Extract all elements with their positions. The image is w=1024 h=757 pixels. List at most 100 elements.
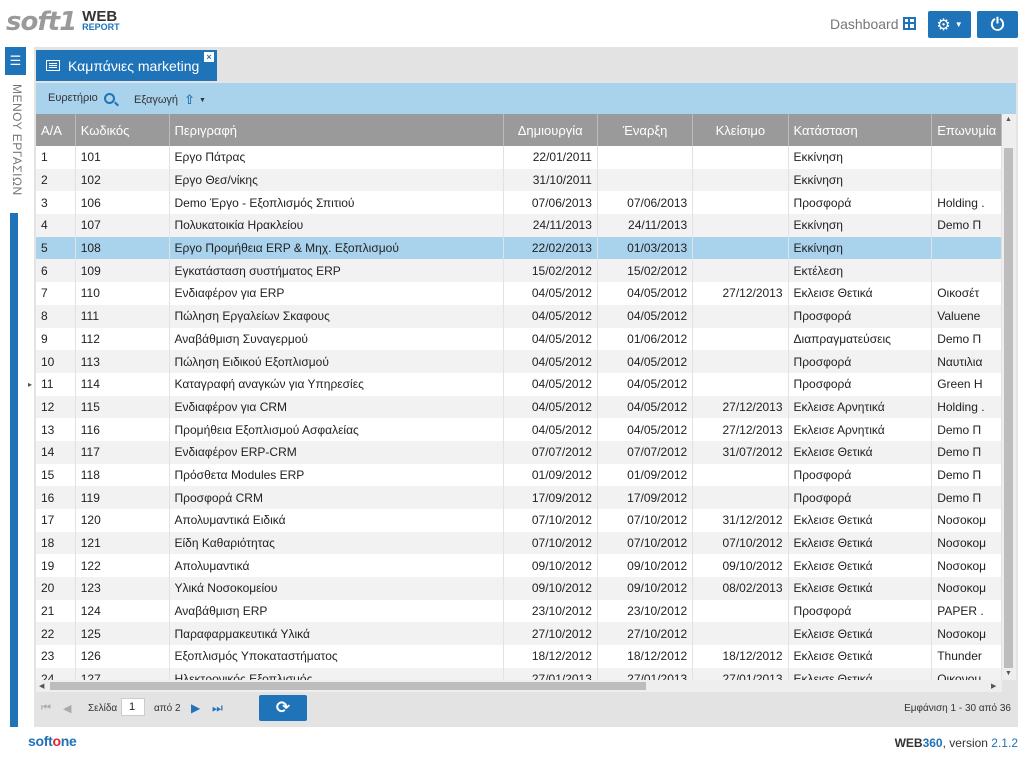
table-cell: 17 [36, 509, 76, 532]
power-icon: ⏻ [990, 14, 1005, 34]
table-cell: 6 [36, 259, 76, 283]
table-cell: Οικοσέτ [931, 282, 1002, 305]
table-cell: Demo Π [931, 463, 1002, 487]
product-web: WEB [894, 736, 923, 750]
next-page-icon[interactable]: ▶ [191, 701, 200, 715]
table-cell: 108 [75, 236, 170, 260]
tab-close-button[interactable]: × [204, 52, 214, 62]
column-header-close[interactable]: Κλείσιμο [692, 114, 789, 146]
scroll-down-icon[interactable]: ▼ [1005, 670, 1012, 677]
expand-arrow-icon[interactable]: ▸ [28, 380, 32, 389]
table-cell [931, 259, 1002, 283]
table-row[interactable]: 4 107 Πολυκατοικία Ηρακλείου 24/11/2013 24/1… [36, 214, 1002, 237]
export-button[interactable]: Εξαγωγή ⇧ ▼ [134, 92, 206, 108]
table-row[interactable]: 8 111 Πώληση Εργαλείων Σκαφους 04/05/2012 04… [36, 304, 1002, 328]
vertical-scrollbar[interactable]: ▲ ▼ [1002, 114, 1016, 680]
table-cell: 24 [36, 667, 76, 680]
table-row[interactable]: 24 127 Ηλεκτρονικός Εξοπλισμός 27/01/2013 27… [36, 667, 1002, 680]
refresh-button[interactable]: ⟳ [259, 695, 307, 721]
table-row[interactable]: 2 102 Εργο Θεσ/νίκης 31/10/2011 Εκκίνηση [36, 168, 1002, 192]
sidebar-menu-label[interactable]: ΜΕΝΟΥ ΕΡΓΑΣΙΩΝ [6, 84, 24, 204]
table-cell: 09/10/2012 [597, 554, 694, 578]
scroll-right-icon[interactable]: ▶ [991, 682, 996, 690]
table-cell: Εκλεισε Θετικά [788, 667, 933, 680]
search-button[interactable]: Ευρετήριο [48, 92, 115, 104]
column-header-aa[interactable]: Α/Α [36, 114, 76, 146]
table-cell: 27/01/2013 [692, 667, 789, 680]
settings-button[interactable]: ⚙ ▼ [928, 11, 971, 38]
last-page-icon[interactable]: ⏭ [212, 701, 223, 716]
table-cell: Demo Π [931, 327, 1002, 351]
table-cell: 27/01/2013 [597, 667, 694, 680]
table-cell: 04/05/2012 [503, 418, 598, 441]
table-cell: Πολυκατοικία Ηρακλείου [169, 214, 504, 237]
horizontal-scrollbar[interactable]: ◀ ▶ [36, 680, 1002, 692]
table-cell [692, 622, 789, 646]
scroll-up-icon[interactable]: ▲ [1005, 116, 1012, 123]
table-row[interactable]: 3 106 Demo Έργο - Εξοπλισμός Σπιτιού 07/06/… [36, 191, 1002, 215]
table-cell: 31/12/2012 [692, 509, 789, 532]
table-cell: Εκλεισε Θετικά [788, 622, 933, 646]
table-row[interactable]: 19 122 Απολυμαντικά 09/10/2012 09/10/2012 09/… [36, 554, 1002, 578]
table-cell: 11 [36, 372, 76, 396]
table-row[interactable]: 7 110 Ενδιαφέρον για ERP 04/05/2012 04/05/20… [36, 282, 1002, 305]
page-number-input[interactable]: 1 [121, 698, 145, 716]
scroll-left-icon[interactable]: ◀ [39, 682, 44, 690]
dashboard-link[interactable]: Dashboard [830, 16, 899, 32]
column-header-description[interactable]: Περιγραφή [169, 114, 504, 146]
table-cell: Νοσοκομ [931, 554, 1002, 578]
prev-page-icon[interactable]: ◀ [63, 702, 71, 715]
table-cell: 07/06/2013 [503, 191, 598, 215]
table-row[interactable]: 12 115 Ενδιαφέρον για CRM 04/05/2012 04/05/2… [36, 395, 1002, 419]
column-header-created[interactable]: Δημιουργία [503, 114, 598, 146]
logout-button[interactable]: ⏻ [977, 11, 1018, 38]
column-header-status[interactable]: Κατάσταση [788, 114, 933, 146]
table-cell: 112 [75, 327, 170, 351]
table-row[interactable]: 6 109 Εγκατάσταση συστήματος ERP 15/02/2012… [36, 259, 1002, 283]
table-cell: 106 [75, 191, 170, 215]
tab-marketing-campaigns[interactable]: Καμπάνιες marketing [36, 50, 217, 81]
column-header-code[interactable]: Κωδικός [75, 114, 170, 146]
table-cell: 04/05/2012 [597, 282, 694, 305]
chevron-down-icon: ▼ [198, 96, 206, 104]
table-row[interactable]: 1 101 Εργο Πάτρας 22/01/2011 Εκκίνηση [36, 146, 1002, 169]
sidebar-collapse-bar[interactable] [10, 213, 18, 727]
table-row[interactable]: 15 118 Πρόσθετα Modules ERP 01/09/2012 01/09… [36, 463, 1002, 487]
table-cell: Thunder [931, 645, 1002, 668]
table-row[interactable]: 22 125 Παραφαρμακευτικά Υλικά 27/10/2012 27/… [36, 622, 1002, 646]
table-cell: Εκκίνηση [788, 146, 933, 169]
table-cell: Προσφορά [788, 350, 933, 373]
table-row[interactable]: 17 120 Απολυμαντικά Ειδικά 07/10/2012 07/10/… [36, 509, 1002, 532]
dashboard-grid-icon[interactable] [903, 17, 916, 30]
table-cell: 18/12/2012 [503, 645, 598, 668]
table-row[interactable]: 11 114 Καταγραφή αναγκών για Υπηρεσίες 04/0… [36, 372, 1002, 396]
table-row[interactable]: 9 112 Αναβάθμιση Συναγερμού 04/05/2012 01/06… [36, 327, 1002, 351]
table-row[interactable]: 20 123 Υλικά Νοσοκομείου 09/10/2012 09/10/20… [36, 577, 1002, 600]
table-cell: Προμήθεια Εξοπλισμού Ασφαλείας [169, 418, 504, 441]
table-cell [931, 146, 1002, 169]
table-cell: 119 [75, 486, 170, 509]
scroll-thumb-horizontal[interactable] [50, 682, 646, 690]
records-info: Εμφάνιση 1 - 30 από 36 [904, 703, 1011, 714]
table-cell: 18 [36, 531, 76, 555]
column-header-start[interactable]: Έναρξη [597, 114, 694, 146]
table-cell: 9 [36, 327, 76, 351]
table-cell: Εγκατάσταση συστήματος ERP [169, 259, 504, 283]
column-header-company[interactable]: Επωνυμία [931, 114, 1002, 146]
table-row[interactable]: 14 117 Ενδιαφέρον ERP-CRM 07/07/2012 07/07/2… [36, 440, 1002, 464]
table-row[interactable]: 18 121 Είδη Καθαριότητας 07/10/2012 07/10/20… [36, 531, 1002, 555]
table-row[interactable]: 5 108 Εργο Προμήθεια ERP & Μηχ. Εξοπλισμού… [36, 236, 1002, 260]
menu-toggle-button[interactable]: ☰ [5, 47, 26, 75]
table-cell: 18/12/2012 [597, 645, 694, 668]
table-cell: 17/09/2012 [503, 486, 598, 509]
table-row[interactable]: 21 124 Αναβάθμιση ERP 23/10/2012 23/10/2012 Π… [36, 599, 1002, 623]
table-row[interactable]: 10 113 Πώληση Ειδικού Εξοπλισμού 04/05/2012… [36, 350, 1002, 373]
list-icon: ☰ [9, 53, 22, 68]
table-row[interactable]: 13 116 Προμήθεια Εξοπλισμού Ασφαλείας 04/05… [36, 418, 1002, 441]
table-cell: 110 [75, 282, 170, 305]
table-row[interactable]: 23 126 Εξοπλισμός Υποκαταστήματος 18/12/201… [36, 645, 1002, 668]
scroll-thumb[interactable] [1004, 148, 1013, 668]
table-cell: 04/05/2012 [503, 350, 598, 373]
table-row[interactable]: 16 119 Προσφορά CRM 17/09/2012 17/09/2012 Προ… [36, 486, 1002, 509]
first-page-icon[interactable]: ⏮ [41, 702, 51, 715]
